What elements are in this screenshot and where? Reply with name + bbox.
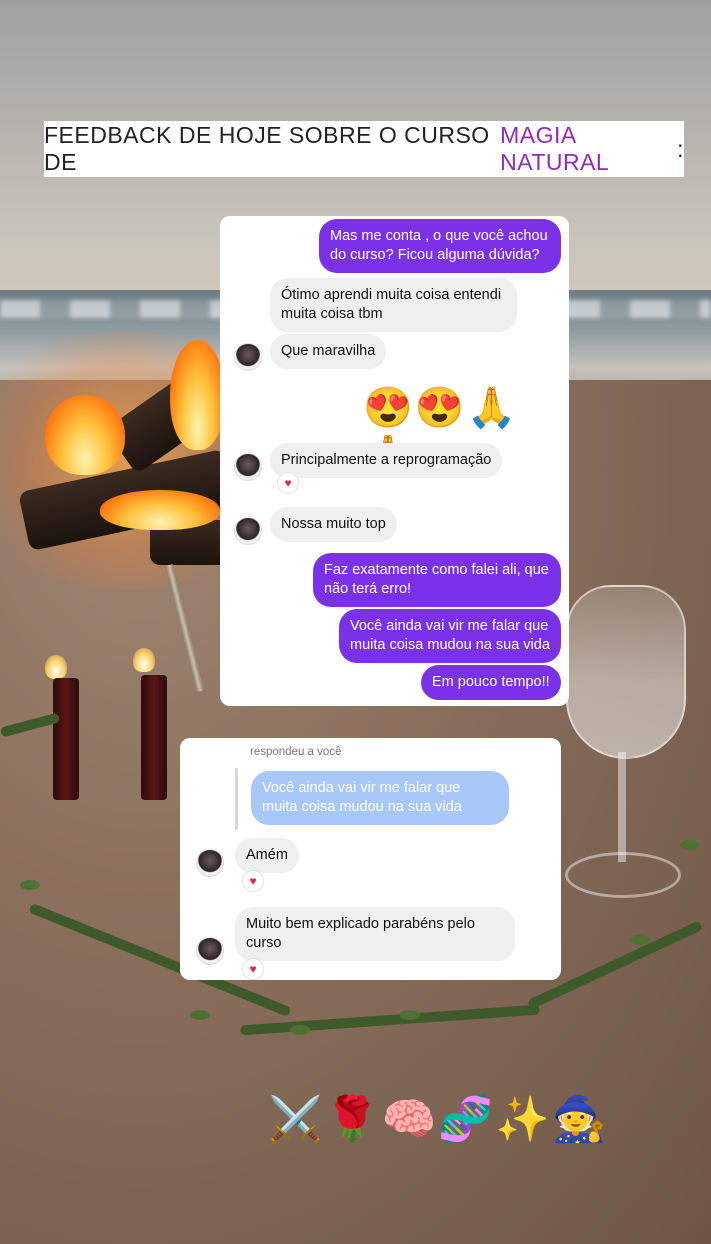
message-bubble-sent: Em pouco tempo!!: [421, 665, 561, 700]
message-bubble-sent: Faz exatamente como falei ali, que não t…: [313, 553, 561, 607]
contact-avatar: [196, 849, 224, 877]
heart-reaction-icon[interactable]: ♥: [243, 959, 263, 979]
contact-avatar: [234, 343, 262, 371]
chat-screenshot-card: Mas me conta , o que você achou do curso…: [220, 216, 569, 706]
contact-avatar: [234, 453, 262, 481]
bonfire-flame: [170, 340, 225, 450]
candle-flame: [45, 655, 67, 679]
reply-label: respondeu a você: [250, 746, 342, 758]
candle: [141, 675, 167, 800]
leaf: [20, 880, 40, 890]
banner-suffix: :: [677, 135, 684, 162]
reply-indicator-bar: [235, 768, 238, 830]
footer-emoji-row: ⚔️🌹🧠🧬✨🧙: [268, 1095, 609, 1144]
wine-glass: [566, 585, 686, 759]
candle-flame: [133, 648, 155, 672]
wine-glass-base: [565, 852, 681, 898]
message-bubble-received: Amém: [235, 838, 299, 873]
message-bubble-received: Ótimo aprendi muita coisa entendi muita …: [270, 278, 517, 332]
message-bubble-sent: Mas me conta , o que você achou do curso…: [319, 219, 561, 273]
message-bubble-received: Nossa muito top: [270, 507, 397, 542]
leaf: [400, 1010, 420, 1020]
heart-reaction-icon[interactable]: ♥: [243, 871, 263, 891]
banner-accent-text: MAGIA NATURAL: [500, 122, 610, 175]
message-bubble-sent: Você ainda vai vir me falar que muita co…: [339, 609, 561, 663]
heart-reaction-icon[interactable]: ♥: [278, 473, 298, 493]
leaf: [630, 935, 650, 945]
leaf: [680, 840, 700, 850]
quoted-message: Você ainda vai vir me falar que muita co…: [251, 771, 509, 825]
message-bubble-received: Que maravilha: [270, 334, 387, 369]
banner-text: FEEDBACK DE HOJE SOBRE O CURSO DE: [44, 122, 490, 175]
message-bubble-received: Principalmente a reprogramação: [270, 443, 503, 478]
feedback-banner: FEEDBACK DE HOJE SOBRE O CURSO DE MAGIA …: [44, 121, 684, 177]
bonfire-flame: [45, 395, 125, 475]
wine-glass-stem: [618, 752, 626, 862]
leaf: [290, 1025, 310, 1035]
contact-avatar: [196, 937, 224, 965]
chat-screenshot-card: respondeu a você Você ainda vai vir me f…: [180, 738, 561, 980]
leaf: [190, 1010, 210, 1020]
candle: [53, 678, 79, 800]
contact-avatar: [234, 517, 262, 545]
bonfire-flame: [100, 490, 220, 530]
message-bubble-received: Muito bem explicado parabéns pelo curso: [235, 907, 515, 961]
